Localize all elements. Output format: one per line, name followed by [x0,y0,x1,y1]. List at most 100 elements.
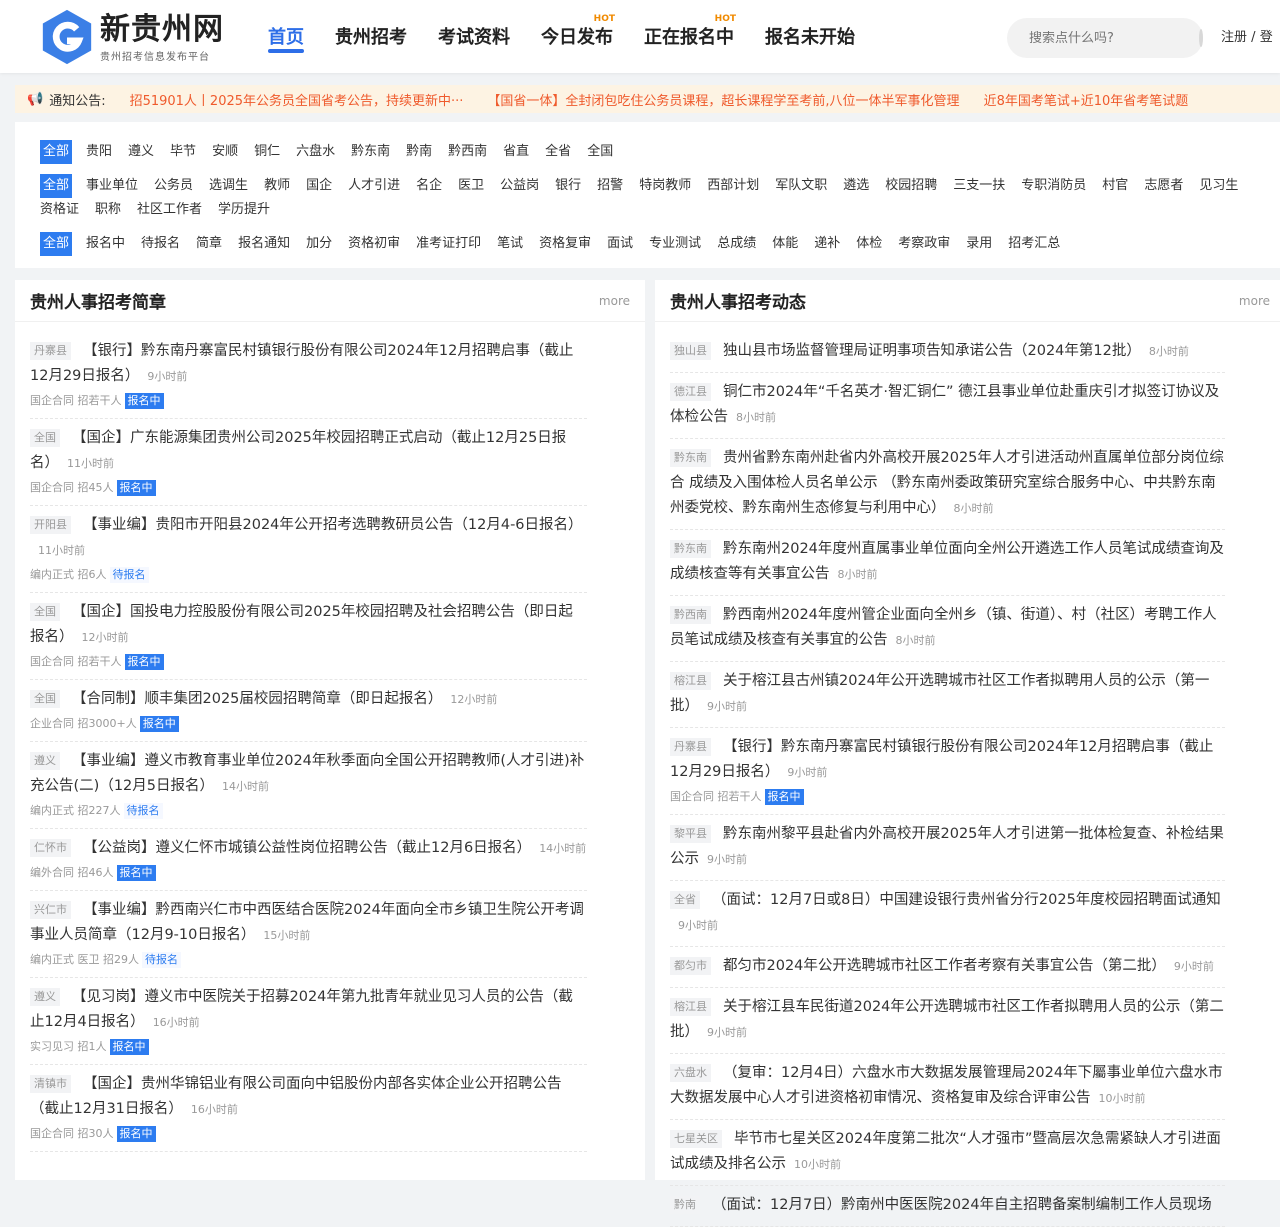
region-tag[interactable]: 全省 [670,891,700,909]
item-title-line[interactable]: 都匀市 都匀市2024年公开选聘城市社区工作者考察有关事宜公告（第二批） 9小时前 [670,954,1225,979]
filter-option[interactable]: 选调生 [209,174,248,198]
item-title[interactable]: 关于榕江县古州镇2024年公开选聘城市社区工作者拟聘用人员的公示（第一批） [670,673,1209,714]
item-title-line[interactable]: 开阳县 【事业编】贵阳市开阳县2024年公开招考选聘教研员公告（12月4-6日报名… [30,513,587,563]
region-tag[interactable]: 遵义 [30,752,60,770]
item-title-line[interactable]: 仁怀市 【公益岗】遵义仁怀市城镇公益性岗位招聘公告（截止12月6日报名） 14小时前 [30,836,587,861]
search-box[interactable] [1007,18,1203,58]
filter-option[interactable]: 全部 [40,140,73,164]
region-tag[interactable]: 黔南 [670,1196,700,1214]
item-title[interactable]: 关于榕江县车民街道2024年公开选聘城市社区工作者拟聘用人员的公示（第二批） [670,999,1224,1040]
item-title[interactable]: 【公益岗】遵义仁怀市城镇公益性岗位招聘公告（截止12月6日报名） [83,840,531,856]
filter-option[interactable]: 安顺 [212,140,238,164]
filter-option[interactable]: 名企 [416,174,442,198]
filter-option[interactable]: 考察政审 [898,232,950,256]
filter-option[interactable]: 社区工作者 [137,198,202,222]
item-title[interactable]: 【事业编】遵义市教育事业单位2024年秋季面向全国公开招聘教师(人才引进)补充公… [30,753,584,794]
nav-item[interactable]: 首页 [268,0,304,73]
filter-option[interactable]: 学历提升 [218,198,270,222]
more-link[interactable]: more [599,294,630,308]
filter-option[interactable]: 军队文职 [775,174,827,198]
filter-option[interactable]: 六盘水 [296,140,335,164]
filter-option[interactable]: 贵阳 [86,140,112,164]
filter-option[interactable]: 资格证 [40,198,79,222]
filter-option[interactable]: 专业测试 [649,232,701,256]
filter-option[interactable]: 全国 [587,140,613,164]
item-title-line[interactable]: 独山县 独山县市场监督管理局证明事项告知承诺公告（2024年第12批） 8小时前 [670,339,1225,364]
filter-option[interactable]: 西部计划 [707,174,759,198]
register-link[interactable]: 注册 [1221,30,1247,45]
item-title[interactable]: 独山县市场监督管理局证明事项告知承诺公告（2024年第12批） [723,343,1141,359]
filter-option[interactable]: 加分 [306,232,332,256]
filter-option[interactable]: 职称 [95,198,121,222]
region-tag[interactable]: 黔东南 [670,449,711,467]
region-tag[interactable]: 丹寨县 [670,738,711,756]
filter-option[interactable]: 村官 [1102,174,1128,198]
filter-option[interactable]: 三支一扶 [953,174,1005,198]
region-tag[interactable]: 开阳县 [30,516,71,534]
region-tag[interactable]: 黎平县 [670,825,711,843]
filter-option[interactable]: 遵义 [128,140,154,164]
filter-option[interactable]: 见习生 [1199,174,1238,198]
region-tag[interactable]: 全国 [30,429,60,447]
nav-item[interactable]: 正在报名中 HOT [644,0,736,73]
site-logo[interactable]: 新贵州网 贵州招考信息发布平台 [38,8,224,66]
filter-option[interactable]: 体能 [772,232,798,256]
filter-option[interactable]: 国企 [306,174,332,198]
item-title[interactable]: 【事业编】贵阳市开阳县2024年公开招考选聘教研员公告（12月4-6日报名） [83,517,583,533]
region-tag[interactable]: 仁怀市 [30,839,71,857]
item-title-line[interactable]: 丹寨县 【银行】黔东南丹寨富民村镇银行股份有限公司2024年12月招聘启事（截止1… [670,735,1225,785]
filter-option[interactable]: 资格初审 [348,232,400,256]
filter-option[interactable]: 事业单位 [86,174,138,198]
region-tag[interactable]: 独山县 [670,342,711,360]
item-title[interactable]: 黔西南州2024年度州管企业面向全州乡（镇、街道）、村（社区）考聘工作人员笔试成… [670,607,1217,648]
filter-option[interactable]: 报名中 [86,232,125,256]
search-input[interactable] [1029,30,1199,46]
filter-option[interactable]: 简章 [196,232,222,256]
item-title-line[interactable]: 遵义 【见习岗】遵义市中医院关于招募2024年第九批青年就业见习人员的公告（截止1… [30,985,587,1035]
item-title-line[interactable]: 清镇市 【国企】贵州华锦铝业有限公司面向中铝股份内部各实体企业公开招聘公告（截止1… [30,1072,587,1122]
item-title-line[interactable]: 全省 （面试：12月7日或8日）中国建设银行贵州省分行2025年度校园招聘面试通知… [670,888,1225,938]
item-title-line[interactable]: 全国 【国企】广东能源集团贵州公司2025年校园招聘正式启动（截止12月25日报名… [30,426,587,476]
filter-option[interactable]: 全部 [40,232,73,256]
region-tag[interactable]: 六盘水 [670,1064,711,1082]
region-tag[interactable]: 遵义 [30,988,60,1006]
filter-option[interactable]: 笔试 [497,232,523,256]
item-title-line[interactable]: 黔东南 黔东南州2024年度州直属事业单位面向全州公开遴选工作人员笔试成绩查询及成… [670,537,1225,587]
item-title-line[interactable]: 德江县 铜仁市2024年“千名英才·智汇铜仁” 德江县事业单位赴重庆引才拟签订协议… [670,380,1225,430]
filter-option[interactable]: 准考证打印 [416,232,481,256]
filter-option[interactable]: 招考汇总 [1008,232,1060,256]
item-title-line[interactable]: 兴仁市 【事业编】黔西南兴仁市中西医结合医院2024年面向全市乡镇卫生院公开考调事… [30,898,587,948]
search-icon[interactable] [1199,29,1203,47]
filter-option[interactable]: 资格复审 [539,232,591,256]
notice-link[interactable]: 【国省一体】全封闭包吃住公务员课程，超长课程学至考前,八位一体半军事化管理 [487,90,959,109]
item-title-line[interactable]: 黔南 （面试：12月7日）黔南州中医医院2024年自主招聘备案制编制工作人员现场 [670,1193,1225,1218]
region-tag[interactable]: 黔东南 [670,540,711,558]
filter-option[interactable]: 黔南 [406,140,432,164]
region-tag[interactable]: 黔西南 [670,606,711,624]
item-title[interactable]: 黔东南州2024年度州直属事业单位面向全州公开遴选工作人员笔试成绩查询及成绩核查… [670,541,1224,582]
filter-option[interactable]: 特岗教师 [639,174,691,198]
item-title-line[interactable]: 黎平县 黔东南州黎平县赴省内外高校开展2025年人才引进第一批体检复查、补检结果公… [670,822,1225,872]
region-tag[interactable]: 德江县 [670,383,711,401]
nav-item[interactable]: 今日发布 HOT [541,0,615,73]
region-tag[interactable]: 七星关区 [670,1130,722,1148]
nav-item[interactable]: 考试资料 [438,0,510,73]
filter-option[interactable]: 招警 [597,174,623,198]
nav-item[interactable]: 贵州招考 [335,0,407,73]
region-tag[interactable]: 榕江县 [670,672,711,690]
filter-option[interactable]: 铜仁 [254,140,280,164]
filter-option[interactable]: 面试 [607,232,633,256]
item-title-line[interactable]: 黔东南 贵州省黔东南州赴省内外高校开展2025年人才引进活动州直属单位部分岗位综合… [670,446,1225,521]
item-title[interactable]: 【银行】黔东南丹寨富民村镇银行股份有限公司2024年12月招聘启事（截止12月2… [30,343,573,384]
item-title-line[interactable]: 丹寨县 【银行】黔东南丹寨富民村镇银行股份有限公司2024年12月招聘启事（截止1… [30,339,587,389]
filter-option[interactable]: 待报名 [141,232,180,256]
item-title[interactable]: 都匀市2024年公开选聘城市社区工作者考察有关事宜公告（第二批） [723,958,1166,974]
item-title[interactable]: 【见习岗】遵义市中医院关于招募2024年第九批青年就业见习人员的公告（截止12月… [30,989,573,1030]
notice-link[interactable]: 招51901人丨2025年公务员全国省考公告，持续更新中··· [130,90,464,109]
region-tag[interactable]: 全国 [30,690,60,708]
filter-option[interactable]: 全省 [545,140,571,164]
region-tag[interactable]: 全国 [30,603,60,621]
filter-option[interactable]: 递补 [814,232,840,256]
filter-option[interactable]: 报名通知 [238,232,290,256]
item-title-line[interactable]: 六盘水 （复审：12月4日）六盘水市大数据发展管理局2024年下屬事业单位六盘水市… [670,1061,1225,1111]
